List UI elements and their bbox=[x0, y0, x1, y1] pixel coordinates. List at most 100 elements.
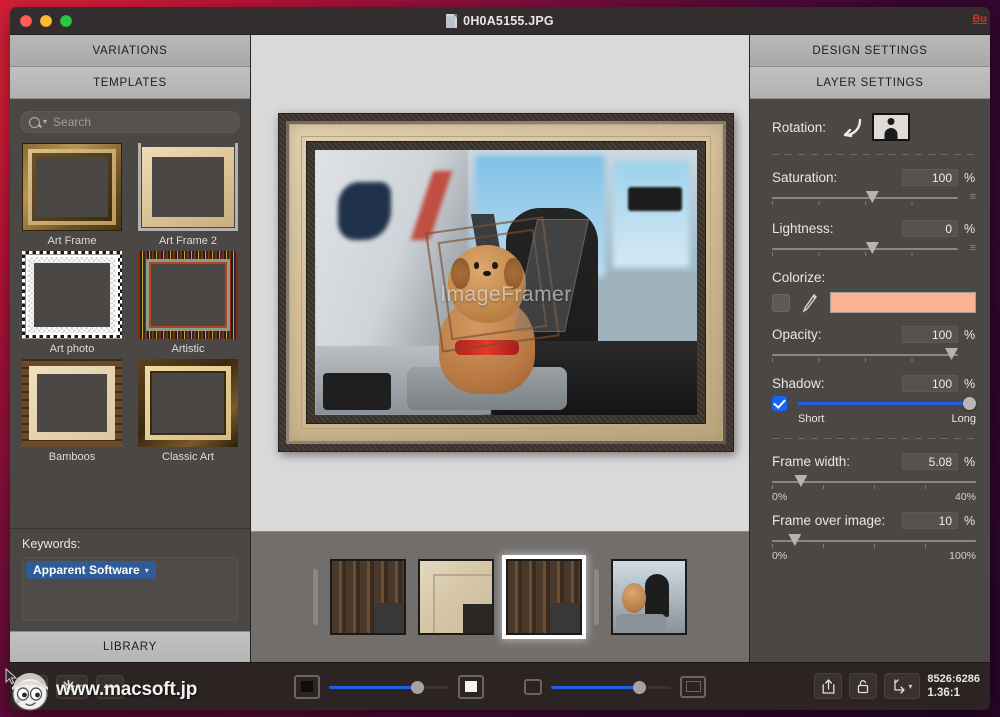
lightness-slider[interactable]: ≡ bbox=[772, 241, 976, 257]
frame-over-image-row: Frame over image: 10 % bbox=[772, 512, 976, 529]
slider-ticks bbox=[772, 544, 976, 548]
slider-knob[interactable] bbox=[632, 680, 646, 694]
slider-track bbox=[772, 540, 976, 542]
library-button[interactable]: LIBRARY bbox=[10, 631, 250, 662]
slider-track-filled bbox=[797, 402, 968, 405]
window-title: 0H0A5155.JPG bbox=[463, 13, 554, 28]
document-icon bbox=[446, 13, 458, 28]
template-thumbnail bbox=[22, 359, 122, 447]
eyedropper-icon[interactable] bbox=[802, 293, 818, 313]
zoom-level-group bbox=[524, 675, 706, 698]
right-sidebar: DESIGN SETTINGS LAYER SETTINGS Rotation: bbox=[749, 35, 990, 662]
slider-track bbox=[772, 248, 958, 250]
opacity-label: Opacity: bbox=[772, 327, 822, 342]
colorize-color-swatch[interactable] bbox=[830, 292, 976, 313]
frame-thumb-light bbox=[420, 561, 492, 633]
rotate-ccw-icon[interactable] bbox=[840, 115, 866, 139]
frame-over-image-value[interactable]: 10 bbox=[902, 512, 958, 529]
landscape-orientation-icon[interactable] bbox=[872, 113, 911, 141]
frame-width-min-label: 0% bbox=[772, 491, 788, 503]
zoom-in-button[interactable] bbox=[680, 675, 706, 698]
tab-templates[interactable]: TEMPLATES bbox=[10, 67, 250, 99]
canvas-area[interactable]: ImageFramer bbox=[251, 35, 749, 531]
rotation-row: Rotation: bbox=[772, 113, 976, 141]
zoom-slider[interactable] bbox=[551, 680, 671, 694]
shadow-max-label: Long bbox=[951, 413, 976, 425]
window-controls bbox=[20, 14, 72, 27]
center-column: ImageFramer bbox=[251, 35, 749, 662]
shadow-checkbox[interactable] bbox=[772, 396, 787, 411]
dark-background-button[interactable] bbox=[294, 674, 320, 699]
template-item[interactable]: Artistic bbox=[136, 251, 240, 355]
filmstrip-grip-left[interactable] bbox=[313, 569, 318, 625]
tab-variations[interactable]: VARIATIONS bbox=[10, 35, 250, 67]
opacity-row: Opacity: 100 % bbox=[772, 326, 976, 343]
frame-over-image-slider[interactable] bbox=[772, 533, 976, 549]
frame-width-row: Frame width: 5.08 % bbox=[772, 453, 976, 470]
buy-link[interactable]: Bu bbox=[972, 13, 987, 25]
slider-knob[interactable] bbox=[963, 397, 976, 410]
title-group: 0H0A5155.JPG bbox=[10, 7, 990, 34]
colorize-control: Colorize: bbox=[772, 270, 976, 313]
keywords-list[interactable]: Apparent Software ▾ bbox=[22, 557, 238, 621]
filmstrip-item[interactable] bbox=[611, 559, 687, 635]
slider-ticks bbox=[772, 201, 958, 205]
filmstrip-grip-right[interactable] bbox=[594, 569, 599, 625]
light-background-button[interactable] bbox=[458, 674, 484, 699]
chevron-down-icon[interactable]: ▾ bbox=[145, 566, 149, 575]
frame-width-max-label: 40% bbox=[954, 491, 976, 503]
opacity-slider[interactable] bbox=[772, 347, 976, 363]
frame-width-range-labels: 0% 40% bbox=[772, 491, 976, 503]
layer-filmstrip[interactable] bbox=[251, 531, 749, 662]
template-thumbnail bbox=[22, 251, 122, 339]
frame-thumb-dark-2 bbox=[508, 561, 580, 633]
template-item[interactable]: Bamboos bbox=[20, 359, 124, 463]
slider-ticks bbox=[772, 252, 958, 256]
saturation-value[interactable]: 100 bbox=[902, 169, 958, 186]
template-item[interactable]: Art Frame 2 bbox=[136, 143, 240, 247]
maximize-button[interactable] bbox=[60, 14, 72, 27]
photo-window-2 bbox=[612, 160, 690, 267]
frame-width-value[interactable]: 5.08 bbox=[902, 453, 958, 470]
slider-track bbox=[772, 197, 958, 199]
frame-width-slider[interactable] bbox=[772, 474, 976, 490]
tab-layer-settings[interactable]: LAYER SETTINGS bbox=[750, 67, 990, 99]
saturation-control: Saturation: 100 % ≡ bbox=[772, 169, 976, 206]
template-item[interactable]: Art Frame bbox=[20, 143, 124, 247]
filmstrip-item[interactable] bbox=[330, 559, 406, 635]
template-item[interactable]: Classic Art bbox=[136, 359, 240, 463]
shadow-row: Shadow: 100 % bbox=[772, 375, 976, 392]
opacity-value[interactable]: 100 bbox=[902, 326, 958, 343]
framed-artwork[interactable]: ImageFramer bbox=[278, 113, 734, 452]
slider-knob[interactable] bbox=[410, 680, 424, 694]
filmstrip-item[interactable] bbox=[418, 559, 494, 635]
saturation-label: Saturation: bbox=[772, 170, 838, 185]
opacity-control: Opacity: 100 % bbox=[772, 326, 976, 363]
keyword-token[interactable]: Apparent Software ▾ bbox=[26, 561, 156, 579]
shadow-unit: % bbox=[964, 376, 976, 391]
filmstrip-item-selected[interactable] bbox=[506, 559, 582, 635]
saturation-slider[interactable]: ≡ bbox=[772, 190, 976, 206]
slider-fill bbox=[329, 685, 416, 689]
shadow-length-slider[interactable] bbox=[797, 396, 976, 411]
colorize-label: Colorize: bbox=[772, 270, 826, 285]
close-button[interactable] bbox=[20, 14, 32, 27]
slider-menu-icon[interactable]: ≡ bbox=[970, 243, 976, 254]
lightness-value[interactable]: 0 bbox=[902, 220, 958, 237]
template-item[interactable]: Art photo bbox=[20, 251, 124, 355]
slider-menu-icon[interactable]: ≡ bbox=[970, 192, 976, 203]
shadow-label: Shadow: bbox=[772, 376, 825, 391]
minimize-button[interactable] bbox=[40, 14, 52, 27]
shadow-value[interactable]: 100 bbox=[902, 375, 958, 392]
shadow-range-labels: Short Long bbox=[798, 413, 976, 425]
colorize-checkbox[interactable] bbox=[772, 293, 790, 312]
zoom-out-button[interactable] bbox=[524, 678, 542, 695]
frame-over-image-min-label: 0% bbox=[772, 550, 788, 562]
background-brightness-slider[interactable] bbox=[329, 680, 449, 694]
chevron-down-icon[interactable]: ▾ bbox=[43, 118, 47, 126]
search-input[interactable]: ▾ Search bbox=[20, 111, 240, 133]
tab-design-settings[interactable]: DESIGN SETTINGS bbox=[750, 35, 990, 67]
search-field-wrapper: ▾ Search bbox=[20, 111, 240, 133]
template-label: Classic Art bbox=[162, 451, 214, 463]
rotation-controls bbox=[840, 113, 911, 141]
